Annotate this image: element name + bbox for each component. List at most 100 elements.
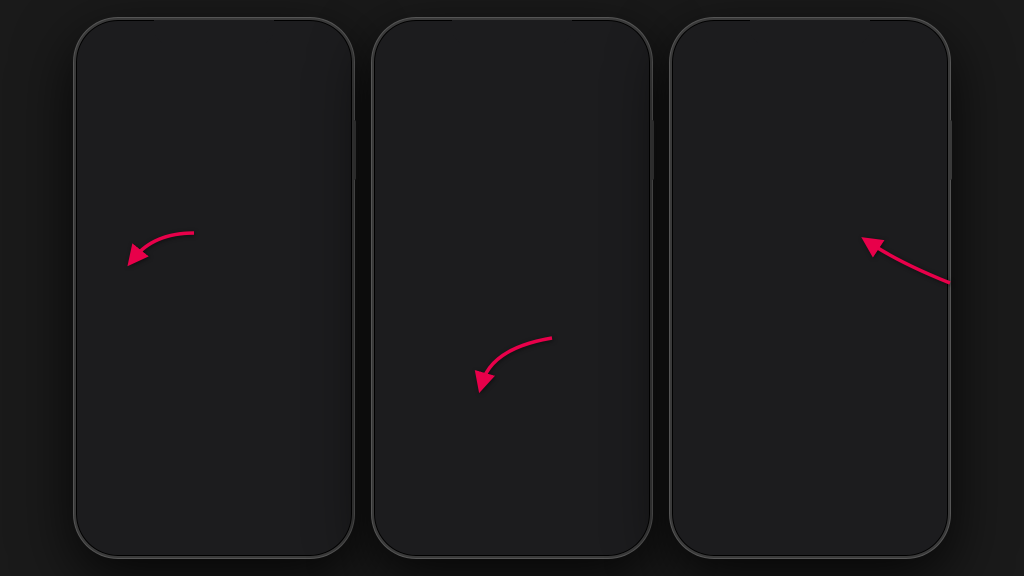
settings-item-faceid[interactable]: 👁 Face ID & Passcode › bbox=[90, 479, 338, 524]
phone-1-title: Settings bbox=[78, 60, 350, 110]
settings-item-sounds[interactable]: 🔊 Sounds & Haptics › bbox=[90, 389, 338, 434]
back-label-3: General bbox=[690, 69, 736, 84]
list-item-airdrop[interactable]: AirDrop › bbox=[388, 206, 636, 246]
switchcontrol-value: Off bbox=[896, 356, 912, 370]
sos-label: Emergency SOS bbox=[138, 539, 322, 554]
back-button-2[interactable]: ‹ Settings bbox=[386, 69, 439, 84]
airdrop-label: AirDrop bbox=[402, 218, 618, 233]
acc-item-onofflabels[interactable]: On/Off Labels bbox=[686, 148, 934, 189]
nav-title-2: General bbox=[484, 68, 540, 85]
back-chevron-3: ‹ bbox=[684, 69, 688, 84]
sidebutton-label: Side Button bbox=[700, 469, 916, 484]
switchcontrol-label: Switch Control bbox=[700, 355, 896, 370]
arrow-accessibility bbox=[472, 328, 572, 408]
reducemotion-label: Reduce Motion bbox=[700, 121, 896, 136]
donotdisturb-chevron: › bbox=[322, 219, 326, 233]
settings-item-wallpaper[interactable]: 🖼 Wallpaper › bbox=[90, 344, 338, 389]
notifications-icon: 🔔 bbox=[102, 123, 128, 149]
general-list-2: AirDrop › Handoff › CarPlay › bbox=[388, 206, 636, 326]
display-chevron: › bbox=[322, 314, 326, 328]
general-list: About › Software Update › bbox=[388, 110, 636, 190]
general-chevron: › bbox=[322, 269, 326, 283]
handoff-chevron: › bbox=[618, 259, 622, 273]
status-time-1: 21:10 bbox=[98, 39, 129, 53]
handoff-label: Handoff bbox=[402, 258, 618, 273]
status-bar-3: 21:10 ▐▌▌ bbox=[674, 22, 946, 60]
list-item-handoff[interactable]: Handoff › bbox=[388, 246, 636, 286]
acc-item-switchcontrol[interactable]: Switch Control Off › bbox=[686, 344, 934, 382]
acc-item-sidebutton[interactable]: Side Button › bbox=[686, 458, 934, 496]
iphonestorage-chevron: › bbox=[618, 411, 622, 425]
nav-bar-3: ‹ General Accessibility bbox=[674, 60, 946, 98]
reducemotion-value: Off bbox=[896, 122, 912, 136]
reachability-desc: Swipe down on the bottom edge of the scr… bbox=[674, 302, 946, 340]
backgroundapprefresh-label: Background App Refresh bbox=[402, 451, 618, 466]
arrow-reachability bbox=[840, 213, 960, 293]
back-button-3[interactable]: ‹ General bbox=[684, 69, 737, 84]
list-item-softwareupdate[interactable]: Software Update › bbox=[388, 150, 636, 190]
list-item-restrictions[interactable]: Restrictions Off › bbox=[388, 494, 636, 534]
3dtouch-label: 3D Touch bbox=[700, 545, 896, 554]
settings-item-sos[interactable]: SOS Emergency SOS › bbox=[90, 524, 338, 554]
list-item-backgroundapprefresh[interactable]: Background App Refresh › bbox=[388, 438, 636, 478]
about-label: About bbox=[402, 122, 618, 137]
battery-icon-3 bbox=[906, 39, 926, 53]
phone-3-content: Reduce Motion Off › On/Off Labels Face I… bbox=[674, 98, 946, 554]
notifications-label: Notifications bbox=[138, 129, 322, 144]
reducemotion-chevron: › bbox=[916, 122, 920, 136]
sounds-label: Sounds & Haptics bbox=[138, 404, 322, 419]
settings-item-controlcenter[interactable]: ⊞ Control Center › bbox=[90, 159, 338, 204]
acc-item-3dtouch[interactable]: 3D Touch On › bbox=[686, 534, 934, 554]
battery-icon-2 bbox=[608, 39, 628, 53]
controlcenter-icon: ⊞ bbox=[102, 168, 128, 194]
acc-group-1: Reduce Motion Off › On/Off Labels Face I… bbox=[686, 110, 934, 227]
carplay-label: CarPlay bbox=[402, 299, 618, 314]
phone-1-screen: 21:10 ▐▌▌ Settings 🔔 Notifications › bbox=[78, 22, 350, 554]
acc-item-siri-a[interactable]: Siri › bbox=[686, 496, 934, 534]
wifi-icon-2 bbox=[590, 39, 604, 53]
phone-2: 21:10 ▐▌▌ ‹ Settings General bbox=[372, 18, 652, 558]
controlcenter-chevron: › bbox=[322, 174, 326, 188]
softwareupdate-chevron: › bbox=[618, 163, 622, 177]
settings-group-2: ⚙ General › AA Display & Brightness › 🖼 … bbox=[90, 254, 338, 554]
list-item-about[interactable]: About › bbox=[388, 110, 636, 150]
wifi-icon-1 bbox=[292, 39, 306, 53]
restrictions-value: Off bbox=[598, 507, 614, 521]
restrictions-label: Restrictions bbox=[402, 507, 598, 522]
acc-item-touchacc[interactable]: Touch Accommodations Off › bbox=[686, 420, 934, 458]
settings-item-notifications[interactable]: 🔔 Notifications › bbox=[90, 114, 338, 159]
phone-3: 21:10 ▐▌▌ ‹ General Accessibility bbox=[670, 18, 950, 558]
assistivetouch-label: AssistiveTouch bbox=[700, 393, 896, 408]
onofflabels-toggle[interactable] bbox=[882, 157, 920, 179]
nav-title-3: Accessibility bbox=[764, 68, 856, 85]
iphonestorage-label: iPhone Storage bbox=[402, 410, 618, 425]
phone-1-content: Settings 🔔 Notifications › ⊞ Control Cen… bbox=[78, 60, 350, 554]
phone-1: 21:10 ▐▌▌ Settings 🔔 Notifications › bbox=[74, 18, 354, 558]
wallpaper-label: Wallpaper bbox=[138, 359, 322, 374]
status-icons-2: ▐▌▌ bbox=[565, 39, 628, 53]
settings-item-siri[interactable]: ◉ Siri & Search › bbox=[90, 434, 338, 479]
touchacc-value: Off bbox=[896, 432, 912, 446]
signal-icon-2: ▐▌▌ bbox=[565, 41, 586, 52]
settings-item-display[interactable]: AA Display & Brightness › bbox=[90, 299, 338, 344]
acc-item-assistivetouch[interactable]: AssistiveTouch Off › bbox=[686, 382, 934, 420]
phone-2-screen: 21:10 ▐▌▌ ‹ Settings General bbox=[376, 22, 648, 554]
sos-icon: SOS bbox=[102, 533, 128, 554]
general-list-5: Restrictions Off › bbox=[388, 494, 636, 534]
touchacc-chevron: › bbox=[916, 432, 920, 446]
assistivetouch-value: Off bbox=[896, 394, 912, 408]
controlcenter-label: Control Center bbox=[138, 174, 322, 189]
backgroundapprefresh-chevron: › bbox=[618, 451, 622, 465]
status-bar-1: 21:10 ▐▌▌ bbox=[78, 22, 350, 60]
faceid-chevron: › bbox=[322, 494, 326, 508]
onofflabels-label: On/Off Labels bbox=[700, 161, 882, 176]
acc-item-reducemotion[interactable]: Reduce Motion Off › bbox=[686, 110, 934, 148]
siri-icon: ◉ bbox=[102, 443, 128, 469]
list-item-datetime[interactable]: Date & Time › bbox=[388, 550, 636, 554]
restrictions-chevron: › bbox=[618, 507, 622, 521]
faceid-icon: 👁 bbox=[102, 488, 128, 514]
status-icons-3: ▐▌▌ bbox=[863, 39, 926, 53]
list-item-carplay[interactable]: CarPlay › bbox=[388, 286, 636, 326]
siri-a-chevron: › bbox=[916, 508, 920, 522]
signal-icon-3: ▐▌▌ bbox=[863, 41, 884, 52]
